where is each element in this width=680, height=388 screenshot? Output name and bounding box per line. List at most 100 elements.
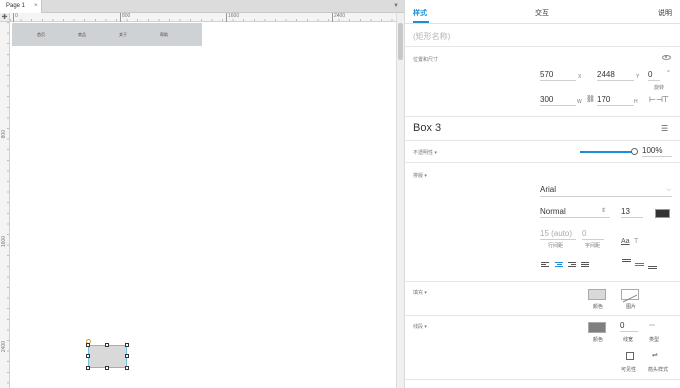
style-name[interactable]: Box 3 [413, 122, 441, 134]
inspector-tabs: 样式 交互 说明 [405, 0, 680, 24]
align-left-icon[interactable] [541, 262, 549, 268]
font-color-swatch[interactable] [655, 209, 670, 218]
app-window: Page 1 × ▼ ✚ 0 800 1600 2400 800 1600 24… [0, 0, 680, 388]
fill-image-label: 图片 [626, 304, 637, 310]
nav-item[interactable]: 关于 [119, 32, 127, 38]
chevron-down-icon: ⌵ [666, 187, 671, 193]
vertical-ruler [0, 22, 10, 388]
ruler-h-tick: 2400 [331, 13, 346, 22]
line-spacing-label: 行间距 [548, 243, 564, 249]
ruler-origin-icon[interactable]: ✚ [0, 13, 10, 22]
page-tab[interactable]: Page 1 × [0, 0, 42, 13]
font-weight-select[interactable]: Normal [540, 207, 610, 218]
style-edit-icon[interactable]: ☰ [661, 125, 668, 133]
align-justify-icon[interactable] [581, 262, 589, 268]
resize-handle-top-left[interactable] [86, 343, 90, 347]
divider [405, 281, 680, 282]
ruler-v-tick: 2400 [1, 341, 7, 353]
height-field[interactable]: 170 [597, 95, 634, 106]
font-size-field[interactable]: 13 [621, 207, 643, 218]
text-shadow-icon[interactable]: T [634, 238, 638, 246]
char-spacing-field[interactable]: 0 [582, 229, 604, 240]
border-type-icon[interactable]: ┄┄ [649, 322, 655, 330]
resize-handle-right[interactable] [125, 354, 129, 358]
align-right-icon[interactable] [568, 262, 576, 268]
ruler-h-tick: 0 [13, 13, 18, 22]
visibility-eye-icon[interactable] [662, 55, 671, 60]
nav-item[interactable]: 帮助 [160, 32, 168, 38]
h-label: H [634, 99, 638, 105]
text-style-icon[interactable]: Aa [621, 238, 630, 246]
valign-middle-icon[interactable] [635, 263, 644, 269]
fit-width-icon[interactable]: ⊢⊣ [649, 96, 663, 104]
char-spacing-label: 字间距 [585, 243, 601, 249]
font-family-select[interactable]: Arial ⌵ [540, 185, 672, 197]
image-icon [622, 294, 638, 303]
canvas-scrollbar[interactable] [396, 13, 404, 388]
page-tab-label: Page 1 [6, 3, 26, 9]
fill-color-label: 颜色 [593, 304, 604, 310]
resize-handle-left[interactable] [86, 354, 90, 358]
lock-ratio-icon[interactable]: ⛓ [586, 96, 595, 104]
opacity-slider-track[interactable] [580, 151, 635, 153]
divider [405, 116, 680, 117]
design-canvas[interactable] [11, 23, 396, 388]
tab-interaction[interactable]: 交互 [535, 8, 549, 18]
divider [405, 379, 680, 380]
opacity-label: 不透明性 ▾ [413, 150, 437, 156]
border-label: 线段 ▾ [413, 324, 427, 330]
divider [405, 162, 680, 163]
arrow-style-label: 箭头样式 [648, 367, 669, 373]
selected-rectangle[interactable] [88, 345, 127, 368]
divider [405, 140, 680, 141]
valign-bottom-icon[interactable] [648, 266, 657, 272]
ruler-h-tick: 1600 [225, 13, 240, 22]
width-field[interactable]: 300 [540, 95, 576, 106]
fill-label: 填充 ▾ [413, 290, 427, 296]
position-size-label: 位置和尺寸 [413, 57, 439, 63]
border-color-label: 颜色 [593, 337, 604, 343]
ruler-v-tick: 800 [1, 130, 7, 139]
tab-menu-chevron-icon[interactable]: ▼ [393, 0, 399, 13]
ruler-v-tick: 1600 [1, 236, 7, 248]
fill-color-swatch[interactable] [588, 289, 606, 300]
font-weight-stepper-icon[interactable]: ⇕ [601, 207, 606, 214]
nav-item[interactable]: 商品 [78, 32, 86, 38]
y-field[interactable]: 2448 [597, 70, 634, 81]
valign-top-icon[interactable] [622, 259, 631, 265]
active-tab-indicator [413, 21, 429, 23]
resize-handle-top-right[interactable] [125, 343, 129, 347]
border-type-label: 类型 [649, 337, 660, 343]
border-width-label: 线宽 [623, 337, 634, 343]
rotation-field[interactable]: 0 [648, 70, 660, 81]
scrollbar-thumb[interactable] [398, 23, 403, 60]
fill-image-swatch[interactable] [621, 289, 639, 303]
align-center-icon[interactable] [555, 262, 563, 268]
shape-name-input[interactable]: (矩形名称) [413, 31, 450, 42]
tab-style[interactable]: 样式 [413, 8, 427, 18]
font-family-value: Arial [540, 185, 557, 194]
typography-label: 排版 ▾ [413, 173, 427, 179]
opacity-value[interactable]: 100% [642, 146, 672, 157]
divider [405, 315, 680, 316]
border-width-field[interactable]: 0 [620, 321, 638, 332]
resize-handle-bottom-right[interactable] [125, 366, 129, 370]
line-spacing-field[interactable]: 15 (auto) [540, 229, 576, 240]
resize-handle-top[interactable] [105, 343, 109, 347]
tab-close-icon[interactable]: × [34, 0, 38, 13]
nav-item[interactable]: 首页 [37, 32, 45, 38]
rotation-unit: ° [667, 70, 670, 77]
x-label: X [578, 74, 582, 80]
resize-handle-bottom-left[interactable] [86, 366, 90, 370]
rotation-label: 旋转 [654, 85, 665, 91]
canvas-nav-bar[interactable]: 首页 商品 关于 帮助 [12, 23, 202, 46]
page-tab-bar: Page 1 × ▼ [0, 0, 404, 13]
opacity-slider-knob[interactable] [631, 148, 638, 155]
resize-handle-bottom[interactable] [105, 366, 109, 370]
x-field[interactable]: 570 [540, 70, 576, 81]
fit-height-icon[interactable]: ⊤ [662, 96, 669, 104]
border-color-swatch[interactable] [588, 322, 606, 333]
border-visibility-icon[interactable] [626, 352, 634, 360]
tab-notes[interactable]: 说明 [658, 8, 672, 18]
arrow-style-icon[interactable]: ⇌ [652, 352, 658, 360]
